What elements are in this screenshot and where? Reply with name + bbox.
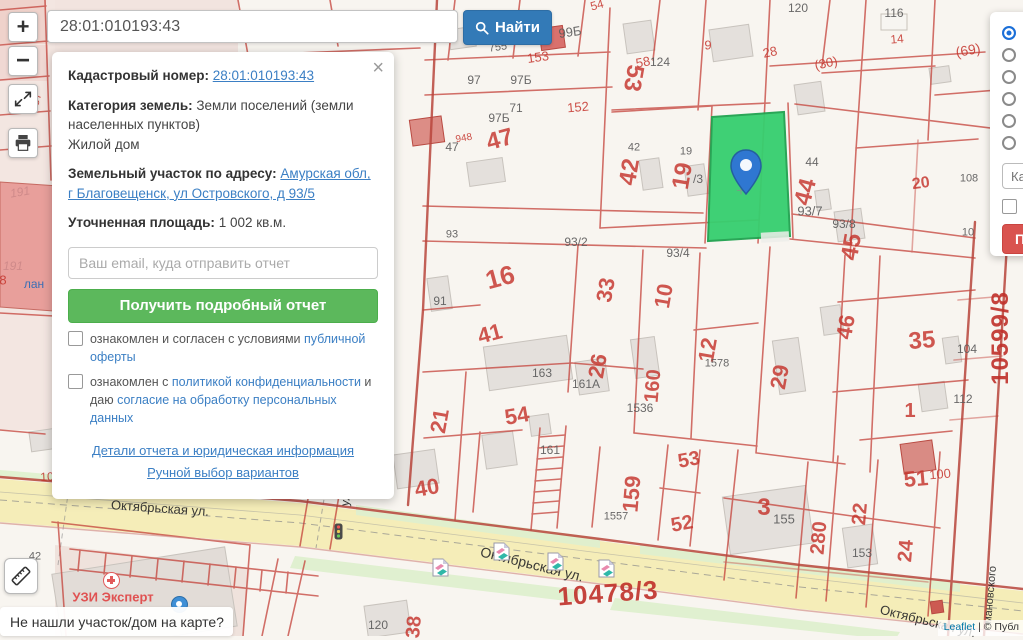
not-found-bar[interactable]: Не нашли участок/дом на карте? (0, 607, 233, 636)
layer-submit-button[interactable]: П (1002, 224, 1023, 254)
measure-tool-button[interactable] (4, 558, 38, 594)
report-details-link[interactable]: Детали отчета и юридическая информация (92, 443, 354, 458)
printer-icon (15, 135, 31, 151)
radio-icon (1002, 26, 1016, 40)
medical-poi-icon[interactable] (103, 572, 120, 589)
privacy-policy-link[interactable]: политикой конфиденциальности (172, 375, 361, 389)
area-label: Уточненная площадь: (68, 215, 215, 231)
layer-cadastral-input[interactable] (1002, 163, 1023, 189)
cadastral-number-link[interactable]: 28:01:010193:43 (213, 68, 314, 83)
expand-arrows-icon (14, 91, 32, 107)
layer-radio-item[interactable]: С (1002, 88, 1023, 110)
layer-radio-item[interactable]: С (1002, 132, 1023, 154)
privacy-text: ознакомлен с политикой конфиденциальност… (90, 375, 372, 426)
fullscreen-button[interactable] (8, 84, 38, 114)
radio-icon (1002, 92, 1016, 106)
search-box (47, 10, 458, 43)
close-icon[interactable]: × (372, 58, 384, 78)
land-category-row: Категория земель: Земли поселений (земли… (68, 96, 378, 155)
address-label: Земельный участок по адресу: (68, 166, 277, 182)
address-row: Земельный участок по адресу: Амурская об… (68, 164, 378, 203)
map-attribution: Leaflet | © Публ (937, 620, 1023, 636)
document-poi-icon[interactable] (547, 552, 564, 571)
radio-icon (1002, 48, 1016, 62)
attribution-text: | © Публ (975, 621, 1019, 633)
not-found-text: Не нашли участок/дом на карте? (10, 613, 224, 630)
search-button-label: Найти (495, 19, 540, 36)
document-poi-icon[interactable] (432, 558, 449, 577)
manual-select-link[interactable]: Ручной выбор вариантов (147, 465, 299, 480)
radio-icon (1002, 136, 1016, 150)
cadastral-number-label: Кадастровый номер: (68, 68, 209, 83)
cadastral-number-row: Кадастровый номер: 28:01:010193:43 (68, 66, 378, 86)
layer-radio-item[interactable]: С (1002, 110, 1023, 132)
layers-panel: КККССС Т П (990, 12, 1023, 256)
area-value: 1 002 кв.м. (218, 215, 287, 231)
zoom-out-button[interactable]: − (8, 46, 38, 76)
layer-radio-item[interactable]: К (1002, 44, 1023, 66)
radio-icon (1002, 114, 1016, 128)
privacy-checkbox[interactable] (68, 374, 83, 390)
print-button[interactable] (8, 128, 38, 158)
search-button[interactable]: Найти (463, 10, 552, 45)
search-icon (475, 21, 489, 35)
offer-checkbox[interactable] (68, 330, 83, 346)
document-poi-icon[interactable] (493, 542, 510, 561)
ruler-icon (11, 566, 31, 586)
land-category-label: Категория земель: (68, 97, 193, 113)
layer-radio-list: КККССС (1002, 22, 1023, 154)
get-report-button[interactable]: Получить подробный отчет (68, 288, 378, 323)
minus-icon: − (15, 47, 30, 74)
area-row: Уточненная площадь: 1 002 кв.м. (68, 213, 378, 233)
document-poi-icon[interactable] (598, 559, 615, 578)
personal-data-link[interactable]: согласие на обработку персональных данны… (90, 393, 337, 425)
layer-radio-item[interactable]: К (1002, 66, 1023, 88)
usage-value: Жилой дом (68, 136, 140, 152)
offer-text: ознакомлен и согласен с условиями публич… (90, 331, 366, 365)
parcel-info-panel: × Кадастровый номер: 28:01:010193:43 Кат… (52, 52, 394, 500)
layer-checkbox-row: Т (1002, 198, 1023, 214)
radio-icon (1002, 70, 1016, 84)
plus-icon: + (16, 14, 30, 39)
email-input[interactable] (68, 246, 378, 279)
leaflet-link[interactable]: Leaflet (944, 621, 976, 633)
layer-checkbox[interactable] (1002, 199, 1017, 214)
search-input[interactable] (48, 11, 457, 42)
consent-privacy-row: ознакомлен с политикой конфиденциальност… (68, 373, 378, 427)
layer-radio-item[interactable]: К (1002, 22, 1023, 44)
zoom-in-button[interactable]: + (8, 12, 38, 42)
consent-offer-row: ознакомлен и согласен с условиями публич… (68, 330, 378, 366)
